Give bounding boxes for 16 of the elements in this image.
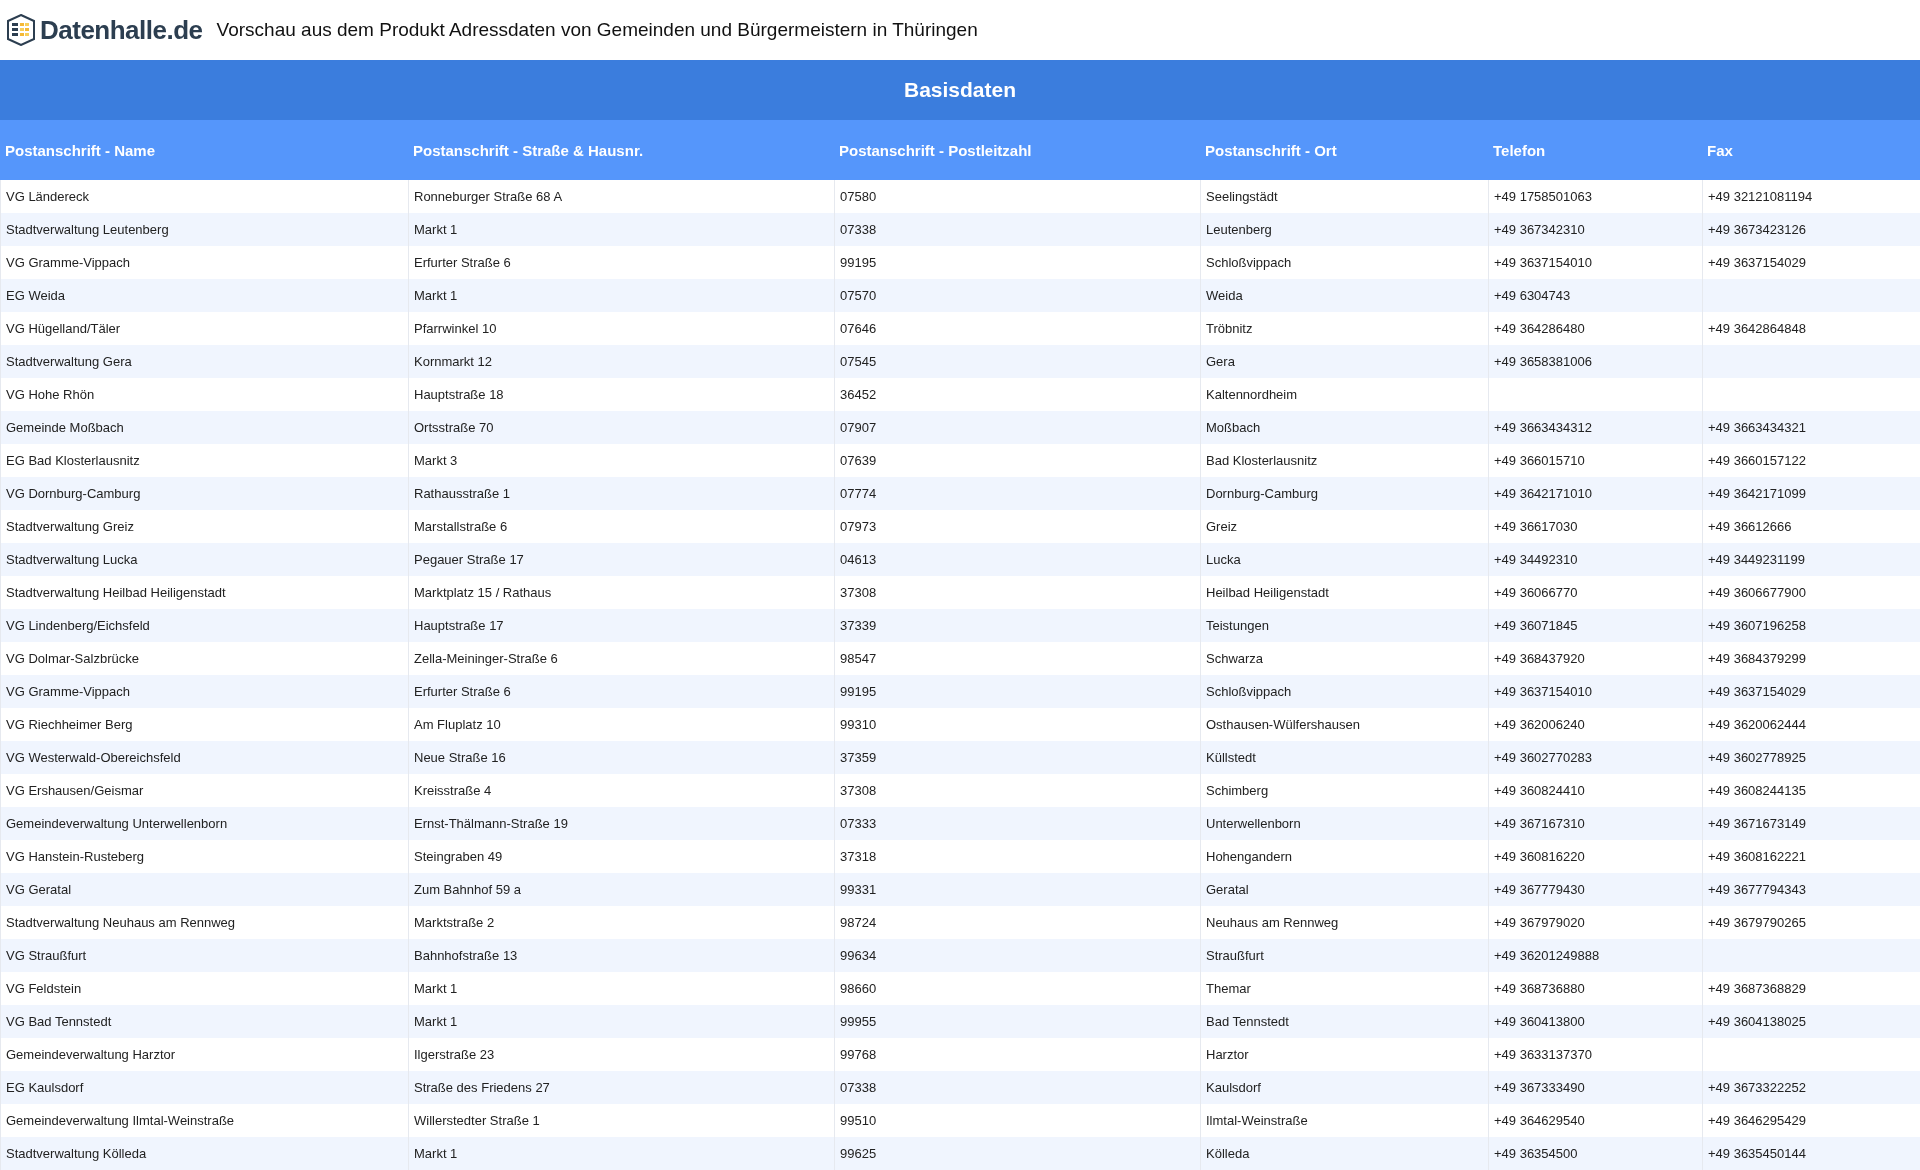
logo-icon <box>6 14 36 46</box>
column-header: Postanschrift - Straße & Hausnr. <box>412 141 645 159</box>
page-title: Vorschau aus dem Produkt Adressdaten von Gemeinden und Bürgermeistern in Thüringen <box>216 19 978 41</box>
table-cell: +49 36354500 <box>1488 1137 1702 1170</box>
brand-name: Datenhalle.de <box>40 14 203 46</box>
column-header: Postanschrift - Name <box>4 141 157 159</box>
table-cell: +49 3635450144 <box>1702 1137 1920 1170</box>
column-header: Postanschrift - Ort <box>1204 141 1338 159</box>
table-cell: Stadtverwaltung Kölleda <box>0 1137 408 1170</box>
column-header: Fax <box>1706 141 1734 159</box>
column-header: Telefon <box>1492 141 1547 159</box>
table-cell: 99625 <box>834 1137 1200 1170</box>
table-cell: Markt 1 <box>408 1137 834 1170</box>
column-header: Postanschrift - Postleitzahl <box>838 141 1033 159</box>
table-cell: Kölleda <box>1200 1137 1488 1170</box>
section-title: Basisdaten <box>903 78 1016 102</box>
